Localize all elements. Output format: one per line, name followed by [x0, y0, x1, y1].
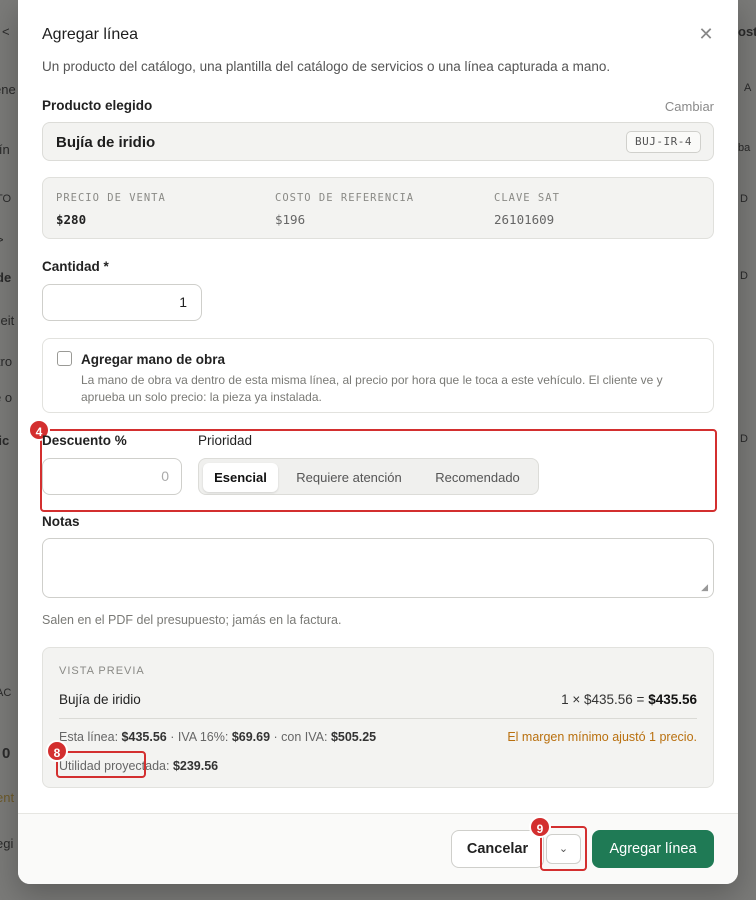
change-product-link[interactable]: Cambiar	[665, 99, 714, 114]
bg-text: e o	[0, 390, 13, 405]
bg-text: egi	[0, 836, 14, 851]
labor-description: La mano de obra va dentro de esta misma …	[81, 373, 663, 404]
info-label: CLAVE SAT	[494, 192, 560, 204]
modal-title: Agregar línea	[42, 26, 139, 43]
bg-text: ent	[0, 790, 15, 805]
bg-text: ost	[738, 24, 756, 39]
bg-text: <	[2, 24, 10, 39]
bg-text: tic	[0, 433, 10, 448]
margin-warning: El margen mínimo ajustó 1 precio.	[507, 730, 697, 744]
product-label: Producto elegido	[42, 98, 153, 113]
selected-product: Bujía de iridio BUJ-IR-4	[42, 122, 714, 161]
quantity-label: Cantidad *	[42, 259, 109, 274]
info-sale-price: PRECIO DE VENTA $280	[56, 192, 166, 227]
priority-option-recomendado[interactable]: Recomendado	[420, 463, 535, 492]
info-sat-code: CLAVE SAT 26101609	[494, 192, 560, 227]
priority-option-requiere-atencion[interactable]: Requiere atención	[284, 463, 414, 492]
modal-subtitle: Un producto del catálogo, una plantilla …	[42, 59, 611, 74]
bg-text: TO	[0, 193, 12, 205]
preview-divider	[59, 718, 697, 719]
add-line-modal: Agregar línea ✕ Un producto del catálogo…	[18, 0, 738, 884]
labor-title: Agregar mano de obra	[81, 352, 226, 367]
preview-heading: VISTA PREVIA	[59, 665, 145, 677]
resize-handle-icon[interactable]: ◢	[701, 582, 708, 593]
product-info-box: PRECIO DE VENTA $280 COSTO DE REFERENCIA…	[42, 177, 714, 239]
add-line-button[interactable]: Agregar línea	[592, 830, 714, 868]
info-value: 26101609	[494, 212, 555, 227]
labor-option: Agregar mano de obra La mano de obra va …	[42, 338, 714, 413]
priority-label: Prioridad	[198, 433, 253, 448]
utility-value: $239.56	[172, 759, 219, 773]
line-label: Esta línea:	[59, 730, 122, 744]
quantity-input[interactable]: 1	[42, 284, 202, 321]
info-value: $280	[56, 212, 87, 227]
annotation-badge-8: 8	[46, 740, 68, 762]
bg-text: A	[744, 82, 752, 94]
info-reference-cost: COSTO DE REFERENCIA $196	[275, 192, 414, 227]
labor-checkbox[interactable]	[57, 351, 72, 366]
bg-text: de	[0, 270, 12, 285]
info-label: PRECIO DE VENTA	[56, 192, 166, 204]
iva-label: · IVA 16%:	[166, 730, 232, 744]
iva-value: $69.69	[231, 730, 271, 744]
bg-text: D	[740, 433, 748, 445]
bg-text: ba	[738, 142, 751, 154]
preview-calculation: 1 × $435.56 = $435.56	[561, 692, 697, 707]
line-value: $435.56	[121, 730, 167, 744]
bg-text: AC	[0, 687, 12, 699]
bg-text: lín	[0, 142, 10, 157]
calc-total: $435.56	[648, 692, 697, 707]
discount-label: Descuento %	[42, 433, 127, 448]
background-right-fragment: ost A ba D D D	[738, 0, 756, 900]
bg-text: D	[740, 270, 748, 282]
bg-text: ltro	[0, 354, 13, 369]
bg-text: D	[740, 193, 748, 205]
cancel-button[interactable]: Cancelar	[451, 830, 544, 868]
bg-text: ene	[0, 82, 16, 97]
notes-label: Notas	[42, 514, 80, 529]
sku-badge: BUJ-IR-4	[626, 131, 701, 153]
background-left-fragment: < ene lín TO > de ceit ltro e o tic AC 0…	[0, 0, 18, 900]
bg-text: ceit	[0, 313, 15, 328]
discount-input[interactable]: 0	[42, 458, 182, 495]
notes-help-text: Salen en el PDF del presupuesto; jamás e…	[42, 613, 342, 627]
with-iva-value: $505.25	[330, 730, 377, 744]
info-label: COSTO DE REFERENCIA	[275, 192, 415, 204]
annotation-badge-9: 9	[529, 816, 551, 838]
product-name: Bujía de iridio	[56, 134, 156, 151]
preview-line-totals: Esta línea: $435.56 · IVA 16%: $69.69 · …	[59, 730, 376, 744]
preview-item-name: Bujía de iridio	[59, 692, 141, 707]
calc-prefix: 1 × $435.56 =	[561, 692, 649, 707]
bg-text: >	[0, 232, 4, 247]
close-icon[interactable]: ✕	[698, 25, 714, 43]
priority-option-esencial[interactable]: Esencial	[203, 463, 278, 492]
bg-text: 0	[2, 745, 11, 762]
info-value: $196	[275, 212, 306, 227]
notes-textarea[interactable]: ◢	[42, 538, 714, 598]
with-iva-label: · con IVA:	[270, 730, 331, 744]
priority-segmented-control: Esencial Requiere atención Recomendado	[198, 458, 539, 495]
highlight-box-8	[56, 751, 146, 778]
